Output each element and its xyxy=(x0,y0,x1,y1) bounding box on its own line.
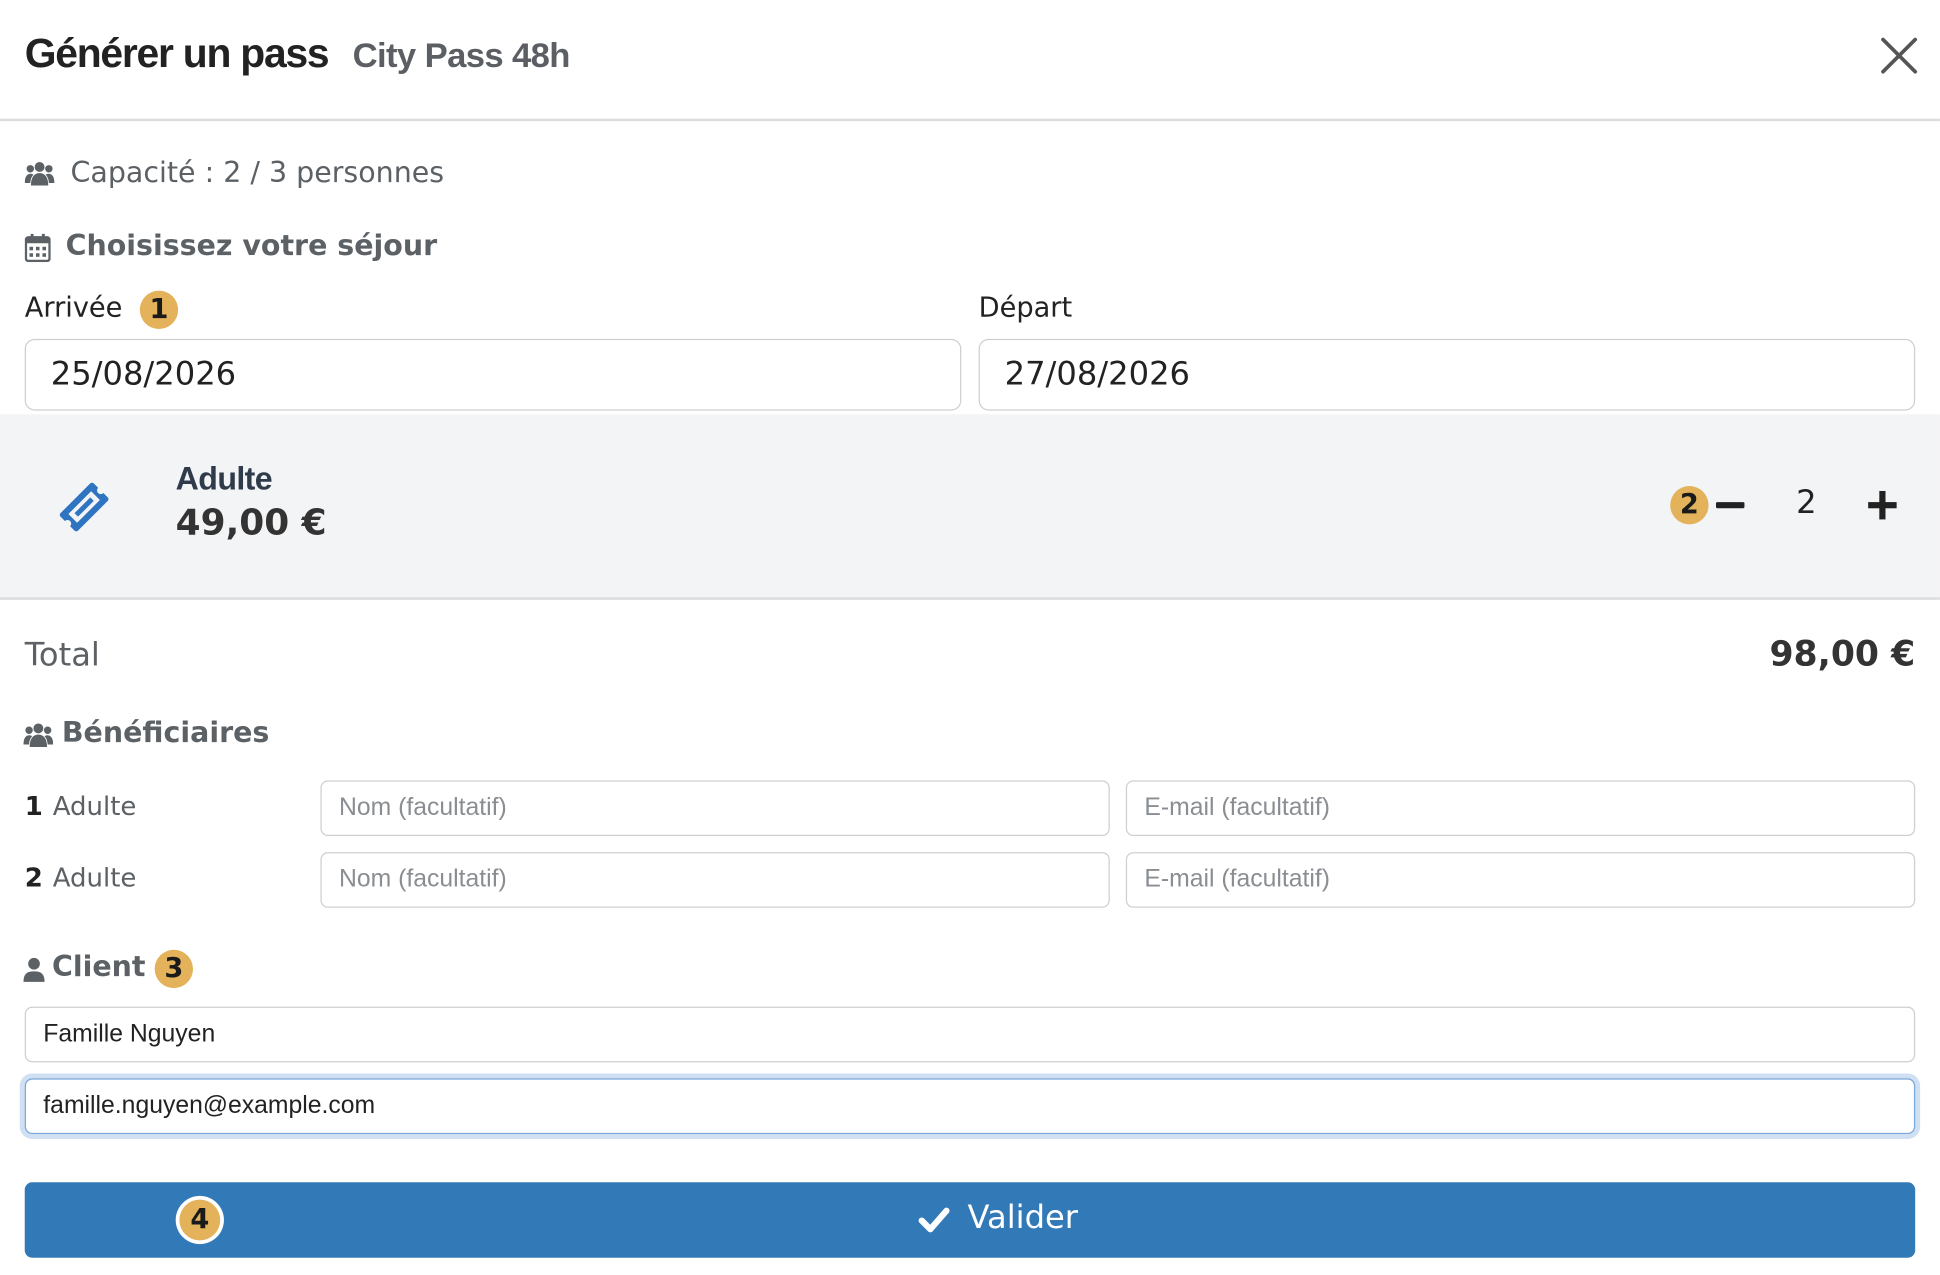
total-label: Total xyxy=(24,636,100,675)
validate-label: Valider xyxy=(967,1199,1079,1237)
departure-date-input[interactable]: 27/08/2026 xyxy=(978,338,1916,411)
capacity-text: Capacité : 2 / 3 personnes xyxy=(70,157,445,190)
step-badge-2: 2 xyxy=(1670,486,1709,525)
beneficiary-email-input[interactable] xyxy=(1125,852,1916,908)
user-icon xyxy=(23,957,45,982)
quantity-decrease-button[interactable] xyxy=(1715,488,1746,520)
beneficiary-name-input[interactable] xyxy=(320,780,1110,837)
product-price: 49,00 € xyxy=(175,500,327,543)
client-section-title: Client xyxy=(51,951,146,984)
beneficiary-row-label: 1 Adulte xyxy=(25,791,137,821)
modal-header: Générer un pass City Pass 48h xyxy=(0,0,1940,122)
departure-label: Départ xyxy=(978,293,1073,325)
quantity-value: 2 xyxy=(1796,484,1817,522)
beneficiary-type: Adulte xyxy=(52,791,137,822)
step-badge-1: 1 xyxy=(139,290,179,329)
product-row: Adulte 49,00 € 2 2 xyxy=(0,414,1940,600)
quantity-increase-button[interactable] xyxy=(1868,490,1898,521)
beneficiary-row-label: 2 Adulte xyxy=(25,863,137,893)
validate-button[interactable]: 4 Valider xyxy=(24,1182,1916,1258)
product-name: Adulte xyxy=(175,460,273,498)
close-icon[interactable] xyxy=(1878,35,1920,77)
check-icon xyxy=(918,1207,950,1233)
modal-title: Générer un pass xyxy=(24,29,330,76)
beneficiary-type: Adulte xyxy=(52,863,137,893)
beneficiary-email-input[interactable] xyxy=(1125,780,1916,837)
beneficiary-index: 1 xyxy=(24,791,43,822)
arrival-date-input[interactable]: 25/08/2026 xyxy=(24,338,962,411)
client-email-input[interactable] xyxy=(24,1078,1916,1135)
stay-section-title: Choisissez votre séjour xyxy=(65,230,438,263)
users-icon xyxy=(23,723,54,747)
total-value: 98,00 € xyxy=(1769,633,1916,675)
modal-subtitle: City Pass 48h xyxy=(352,35,571,75)
beneficiaries-section-title: Bénéficiaires xyxy=(61,717,270,750)
arrival-label: Arrivée xyxy=(24,293,123,325)
beneficiary-index: 2 xyxy=(24,863,43,893)
beneficiary-name-input[interactable] xyxy=(320,852,1110,908)
step-badge-3: 3 xyxy=(154,949,194,989)
client-name-input[interactable] xyxy=(24,1006,1916,1063)
calendar-icon xyxy=(24,233,51,263)
ticket-icon xyxy=(59,482,109,532)
users-icon xyxy=(24,162,55,186)
step-badge-4: 4 xyxy=(179,1199,221,1241)
